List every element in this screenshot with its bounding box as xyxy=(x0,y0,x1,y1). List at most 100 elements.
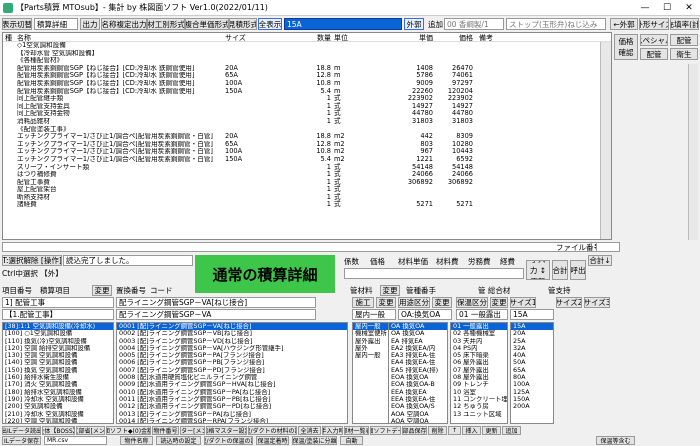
list-item[interactable]: 0010 [配]水道用ライニング鋼管SGP－PA[ねじ接合] xyxy=(117,389,347,396)
bottom-button[interactable]: 配管/ダクトの保温の設定 xyxy=(204,436,253,445)
bottom-button[interactable]: 全消去 xyxy=(298,426,321,435)
usage-label[interactable]: 用途区分 xyxy=(398,297,430,308)
list-item[interactable]: 15A xyxy=(511,323,553,331)
file-number-field[interactable] xyxy=(596,242,620,252)
table-row[interactable]: 同上配管継手類 1 式 223902 223902 xyxy=(3,95,611,103)
table-row[interactable]: エッチングプライマー1/さび止1/調合ペ[配管用炭素鋼鋼管・白管] 150A 5.4… xyxy=(3,155,611,164)
right-scrollbar[interactable] xyxy=(688,64,698,240)
sanitary-button[interactable]: 衛生 xyxy=(670,48,698,60)
total-down-button[interactable]: 合計↓ xyxy=(588,255,612,266)
minimize-icon[interactable]: — xyxy=(634,0,656,16)
outside-back-button[interactable]: ←外郭 xyxy=(610,18,638,30)
duct-button[interactable]: スペシャル xyxy=(640,34,668,46)
insulation-label[interactable]: 保温区分 xyxy=(456,297,488,308)
call-button[interactable]: 呼出 xyxy=(570,260,586,280)
usage-list[interactable]: OA 換気OA OA 換気OA EA 排気EA EA2 換気EA/内 EA3 排気EA-… xyxy=(388,322,448,424)
list-item[interactable]: 25A xyxy=(511,338,553,345)
bottom-button[interactable]: 自動 xyxy=(340,436,363,445)
item-type-field[interactable]: 【1.配管工事】 xyxy=(2,309,114,320)
bottom-button[interactable]: ◆文部省[メンテ] xyxy=(76,426,105,435)
list-item[interactable]: OA 換気OA xyxy=(389,330,447,337)
list-item[interactable]: EEA 換気EA-住 xyxy=(389,396,447,403)
list-item[interactable]: [130] 空調 空気調和設備 xyxy=(3,352,113,359)
list-item[interactable]: [140] 空調 空気調和設備 xyxy=(3,359,113,366)
table-row[interactable]: 《各種配管材》 xyxy=(3,57,611,65)
list-item[interactable]: EA3 排気EA-住 xyxy=(389,352,447,359)
list-item[interactable]: [200] 空気調和設備 xyxy=(3,403,113,410)
pipe-list[interactable]: 0001 [配]ライニング鋼管SGP－VA[ねじ接合] 0002 [配]ライニング… xyxy=(116,322,348,424)
manual-update-button[interactable]: 手入力 ↕更新 xyxy=(526,260,550,280)
list-item[interactable]: [120] 空調 給排空気調和設備 xyxy=(3,345,113,352)
list-item[interactable]: 0011 [配]水道用ライニング鋼管SGP－PB[ねじ接合] xyxy=(117,396,347,403)
estimate-grid[interactable]: 種 名称 サイズ 数量 単位 単価 価格 備考 ◇1空気調和設備 【冷却水管 空気… xyxy=(2,32,612,240)
list-item[interactable]: EA4 換気EA-住 xyxy=(389,359,447,366)
size1-field[interactable]: 15A xyxy=(510,309,554,320)
bottom-button[interactable]: 読込時の設定 xyxy=(156,436,201,445)
list-item[interactable]: 65A xyxy=(511,367,553,374)
size-list[interactable]: 15A 20A 25A 32A 40A 50A 65A 80A 100A 125A 150A 200A xyxy=(510,322,554,424)
bottom-button[interactable]: 追加 xyxy=(502,426,521,435)
list-item[interactable]: [160] 給排水衛生設備 xyxy=(3,374,113,381)
list-item[interactable]: 0001 [配]ライニング鋼管SGP－VA[ねじ接合] xyxy=(117,323,347,331)
table-row[interactable]: 《配管塗装工事》 xyxy=(3,126,611,134)
sum-button[interactable]: 合計 xyxy=(552,260,568,280)
table-row[interactable]: 配管用炭素鋼鋼管SGP【ねじ接合】[CD:冷却水 鉄鋼管使用] 65A 12.8 m 5… xyxy=(3,72,611,80)
option-estimate[interactable]: 見積形式 xyxy=(229,18,257,30)
special-button[interactable]: 配管 xyxy=(670,34,698,46)
price-values-row[interactable] xyxy=(344,268,524,279)
list-item[interactable]: EA5 排気EA(排) xyxy=(389,367,447,374)
list-item[interactable]: [190] 冷却水 空気調和設備 xyxy=(3,396,113,403)
list-item[interactable]: 125A xyxy=(511,389,553,396)
mode-select[interactable]: 積算詳細 xyxy=(34,18,78,30)
size1-label[interactable]: サイズ1 xyxy=(510,297,536,308)
list-item[interactable]: 150A xyxy=(511,396,553,403)
bottom-button[interactable]: 更新 xyxy=(482,426,501,435)
insulation-field[interactable]: 01 一般露出 xyxy=(456,309,508,320)
table-row[interactable]: スリーブ・インサート類 1 式 54148 54148 xyxy=(3,163,611,172)
option-material-labor[interactable]: 材工別形式 xyxy=(147,18,185,30)
size2-label[interactable]: サイズ2 xyxy=(556,297,582,308)
list-item[interactable]: 0012 [配]水道用ライニング鋼管SGP－PD[ねじ接合] xyxy=(117,403,347,410)
table-row[interactable]: 消耗品雑材 1 式 31803 31803 xyxy=(3,117,611,126)
insulation-list[interactable]: 01 一般露出 02 各種機械室 03 天井内 04 PS内 05 床下暗渠 06 屋外露… xyxy=(450,322,508,424)
deselect-button[interactable]: T:選択解除 [操作] xyxy=(2,255,62,266)
list-item[interactable]: 0014 [配]ライニング鋼管SGP－RPA[フランジ接合] xyxy=(117,418,347,423)
list-item[interactable]: 04 PS内 xyxy=(451,345,507,352)
bottom-button[interactable]: 保温等含む xyxy=(596,436,635,445)
bottom-button[interactable]: マスター[メンテ] xyxy=(180,426,205,435)
table-row[interactable]: 断熱支持材 1 式 xyxy=(3,193,611,202)
table-row[interactable]: 屋上配管架台 1 式 xyxy=(3,186,611,194)
list-item[interactable]: EOA 換気OA-B xyxy=(389,381,447,388)
list-item[interactable]: 40A xyxy=(511,352,553,359)
table-row[interactable]: 配管用炭素鋼鋼管SGP【ねじ接合】[CD:冷却水 鉄鋼管使用] 150A 5.4 m 2… xyxy=(3,87,611,96)
outer-size-button[interactable]: 外形サイズ xyxy=(639,18,669,30)
close-icon[interactable]: ✕ xyxy=(678,0,700,16)
table-row[interactable]: 配管工事費 1 式 306892 306892 xyxy=(3,178,611,187)
piping-button[interactable]: 配管 xyxy=(640,48,668,60)
price-check-button[interactable]: 価格確認 xyxy=(614,34,638,60)
pipe-name-field[interactable]: 配ライニング鋼管SGP－VA[ねじ接合] xyxy=(116,297,316,308)
bottom-button[interactable]: 全体【BOSS】 xyxy=(42,426,75,435)
list-item[interactable]: EA2 換気EA/内 xyxy=(389,345,447,352)
list-item[interactable]: [220] 空調 空気調和設備 xyxy=(3,418,113,423)
bottom-button[interactable]: 図面ソフトデータ xyxy=(370,426,401,435)
option-name-output[interactable]: 名称複定出力 xyxy=(101,18,147,30)
list-item[interactable]: 20A xyxy=(511,330,553,337)
list-item[interactable]: 0004 [配]ライニング鋼管SGP－VA[ハウジング形管継手] xyxy=(117,345,347,352)
bottom-button[interactable]: 削除 xyxy=(428,426,447,435)
table-row[interactable]: 配管用炭素鋼鋼管SGP【ねじ接合】[CD:冷却水 鉄鋼管使用] 20A 18.8 m 1… xyxy=(3,64,611,73)
full-display-button[interactable]: 全表示 xyxy=(258,18,282,30)
display-switch-button[interactable]: 表示切替 xyxy=(2,18,32,30)
construction-field[interactable]: 屋内一般 xyxy=(352,309,396,320)
list-item[interactable]: OA 換気OA xyxy=(389,323,447,331)
list-item[interactable]: 05 床下暗渠 xyxy=(451,352,507,359)
item-name-field[interactable]: 1] 配管工事 xyxy=(2,297,114,308)
list-item[interactable]: 50A xyxy=(511,359,553,366)
change-construction-button[interactable]: 変更 xyxy=(376,297,396,308)
list-item[interactable]: EOA 換気OA/S xyxy=(389,403,447,410)
list-item[interactable]: 0002 [配]ライニング鋼管SGP－VB[ねじ接合] xyxy=(117,330,347,337)
list-item[interactable]: 100A xyxy=(511,381,553,388)
grid-scrollbar[interactable] xyxy=(600,42,611,239)
table-row[interactable]: 諸経費 1 式 5271 5271 xyxy=(3,201,611,209)
list-item[interactable]: 0007 [配]ライニング鋼管SGP－PD[フランジ接合] xyxy=(117,367,347,374)
